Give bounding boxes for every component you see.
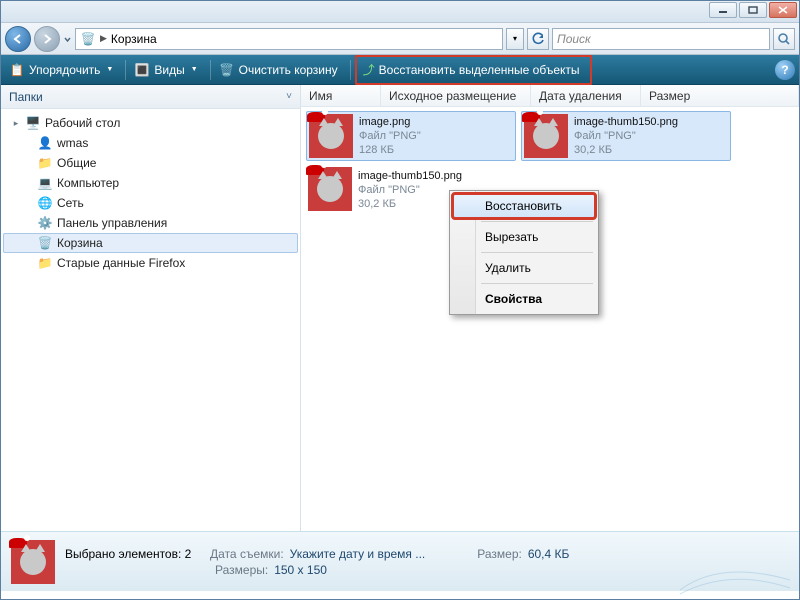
file-type: Файл "PNG" [574,129,678,143]
network-icon: 🌐 [37,195,53,211]
col-original-location[interactable]: Исходное размещение [381,85,531,106]
tree-item-network[interactable]: 🌐 Сеть [3,193,298,213]
file-size: 30,2 КБ [358,197,462,211]
search-button[interactable] [773,28,795,50]
tree-item-public[interactable]: 📁 Общие [3,153,298,173]
file-type: Файл "PNG" [358,183,462,197]
file-thumbnail [309,114,353,158]
address-bar[interactable]: 🗑️ ▶ Корзина [75,28,503,50]
size-value: 60,4 КБ [528,547,570,561]
address-dropdown[interactable]: ▾ [506,28,524,50]
tree-item-control-panel[interactable]: ⚙️ Панель управления [3,213,298,233]
breadcrumb-sep: ▶ [100,33,107,44]
restore-selected-button[interactable]: ⤴ Восстановить выделенные объекты [359,58,588,82]
views-button[interactable]: 🔳 Виды▼ [130,58,205,82]
tree-label: wmas [57,136,88,150]
col-name[interactable]: Имя [301,85,381,106]
user-icon: 👤 [37,135,53,151]
minimize-button[interactable] [709,2,737,18]
decorative-swoosh [680,550,790,598]
tree-item-desktop[interactable]: ▸ 🖥️ Рабочий стол [3,113,298,133]
context-menu: Восстановить Вырезать Удалить Свойства [449,190,599,315]
recycle-bin-icon: 🗑️ [80,31,96,47]
ctx-cut[interactable]: Вырезать [453,225,595,249]
ctx-delete[interactable]: Удалить [453,256,595,280]
help-button[interactable]: ? [775,60,795,80]
tree-label: Рабочий стол [45,116,120,130]
tree-item-user[interactable]: 👤 wmas [3,133,298,153]
breadcrumb-location[interactable]: Корзина [111,32,157,46]
tree-label: Общие [57,156,96,170]
nav-history-dropdown-icon[interactable] [63,30,72,48]
tree-label: Панель управления [57,216,167,230]
restore-selected-highlight: ⤴ Восстановить выделенные объекты [355,55,592,85]
tree-item-recycle-bin[interactable]: 🗑️ Корзина [3,233,298,253]
command-toolbar: 📋 Упорядочить▼ 🔳 Виды▼ 🗑️ Очистить корзи… [1,55,799,85]
nav-pane: Папки ˅ ▸ 🖥️ Рабочий стол 👤 wmas 📁 Общие [1,85,301,531]
back-button[interactable] [5,26,31,52]
views-icon: 🔳 [134,62,150,78]
file-thumbnail [308,167,352,211]
expand-icon[interactable]: ▸ [11,118,21,129]
chevron-down-icon[interactable]: ˅ [286,91,292,102]
organize-button[interactable]: 📋 Упорядочить▼ [5,58,121,82]
title-bar [1,1,799,23]
tree-label: Корзина [57,236,103,250]
file-thumbnail [524,114,568,158]
size-label: Размер: [477,547,522,561]
file-name: image-thumb150.png [574,115,678,129]
tree-label: Старые данные Firefox [57,256,185,270]
ctx-restore[interactable]: Восстановить [453,194,595,218]
file-list[interactable]: image.png Файл "PNG" 128 КБ image-thumb1… [301,107,799,531]
empty-recycle-bin-button[interactable]: 🗑️ Очистить корзину [215,58,346,82]
tree-label: Сеть [57,196,84,210]
details-title: Выбрано элементов: 2 [65,547,191,561]
date-taken-label: Дата съемки: [210,547,284,561]
ctx-properties[interactable]: Свойства [453,287,595,311]
close-button[interactable] [769,2,797,18]
file-name: image.png [359,115,421,129]
maximize-button[interactable] [739,2,767,18]
details-pane: Выбрано элементов: 2 Дата съемки: Укажит… [1,531,799,591]
computer-icon: 💻 [37,175,53,191]
restore-icon: ⤴ [363,61,375,78]
tree-label: Компьютер [57,176,119,190]
search-input[interactable]: Поиск [552,28,770,50]
folder-tree: ▸ 🖥️ Рабочий стол 👤 wmas 📁 Общие 💻 Компь… [1,109,300,531]
col-date-deleted[interactable]: Дата удаления [531,85,641,106]
tree-item-firefox-old[interactable]: 📁 Старые данные Firefox [3,253,298,273]
col-size[interactable]: Размер [641,85,799,106]
tree-item-computer[interactable]: 💻 Компьютер [3,173,298,193]
column-headers: Имя Исходное размещение Дата удаления Ра… [301,85,799,107]
folder-icon: 📁 [37,255,53,271]
dimensions-label: Размеры: [215,563,268,577]
control-panel-icon: ⚙️ [37,215,53,231]
empty-bin-icon: 🗑️ [219,62,235,78]
organize-icon: 📋 [9,62,25,78]
file-name: image-thumb150.png [358,169,462,183]
file-item[interactable]: image.png Файл "PNG" 128 КБ [306,111,516,161]
details-thumbnail [11,540,55,584]
desktop-icon: 🖥️ [25,115,41,131]
file-size: 128 КБ [359,143,421,157]
file-item[interactable]: image-thumb150.png Файл "PNG" 30,2 КБ [521,111,731,161]
file-type: Файл "PNG" [359,129,421,143]
nav-pane-header[interactable]: Папки ˅ [1,85,300,109]
refresh-button[interactable] [527,28,549,50]
nav-bar: 🗑️ ▶ Корзина ▾ Поиск [1,23,799,55]
recycle-bin-icon: 🗑️ [37,235,53,251]
forward-button[interactable] [34,26,60,52]
date-taken-value[interactable]: Укажите дату и время ... [290,547,426,561]
file-size: 30,2 КБ [574,143,678,157]
folder-icon: 📁 [37,155,53,171]
dimensions-value: 150 x 150 [274,563,327,577]
